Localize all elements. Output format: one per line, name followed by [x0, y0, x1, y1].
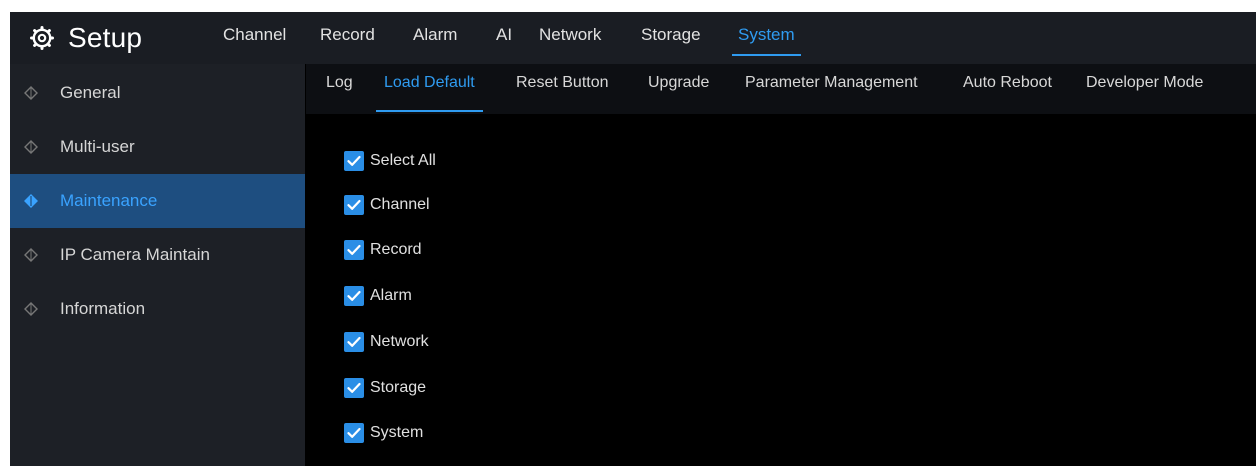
- checkbox-channel[interactable]: Channel: [344, 193, 430, 217]
- checkbox-network[interactable]: Network: [344, 330, 429, 354]
- sub-tab-bar: Log Load Default Reset Button Upgrade Pa…: [306, 64, 1256, 114]
- checkbox-system[interactable]: System: [344, 421, 423, 445]
- sidebar-item-label: Multi-user: [60, 137, 135, 156]
- sidebar-item-label: Maintenance: [60, 191, 158, 210]
- checkbox-label: Alarm: [370, 287, 412, 304]
- checkbox-alarm[interactable]: Alarm: [344, 284, 412, 308]
- sidebar-item-label: General: [60, 83, 121, 102]
- diamond-icon: [24, 302, 38, 316]
- checkbox-label: Channel: [370, 196, 430, 213]
- checkbox-label: System: [370, 424, 424, 441]
- tab-network[interactable]: Network: [539, 12, 601, 64]
- top-menu-bar: Setup Channel Record Alarm AI Network St…: [10, 12, 1256, 64]
- sidebar-item-general[interactable]: General: [10, 66, 305, 120]
- diamond-icon: [24, 248, 38, 262]
- checkbox-select-all[interactable]: Select All: [344, 149, 436, 173]
- checkbox-label: Select All: [370, 152, 436, 169]
- tab-reset-button[interactable]: Reset Button: [516, 64, 609, 114]
- checkmark-icon[interactable]: [344, 423, 364, 443]
- tab-record[interactable]: Record: [320, 12, 375, 64]
- checkbox-label: Record: [370, 241, 422, 258]
- diamond-icon: [24, 86, 38, 100]
- tab-ai[interactable]: AI: [496, 12, 512, 64]
- sidebar-item-multi-user[interactable]: Multi-user: [10, 120, 305, 174]
- sidebar-item-label: Information: [60, 299, 146, 318]
- checkmark-icon[interactable]: [344, 332, 364, 352]
- setup-logo: Setup: [30, 20, 142, 56]
- checkmark-icon[interactable]: [344, 195, 364, 215]
- tab-storage[interactable]: Storage: [641, 12, 701, 64]
- diamond-icon: [24, 194, 38, 208]
- tab-parameter-management[interactable]: Parameter Management: [745, 64, 918, 114]
- tab-log[interactable]: Log: [326, 64, 353, 114]
- checkbox-label: Storage: [370, 379, 427, 396]
- tab-system[interactable]: System: [732, 12, 801, 64]
- tab-load-default[interactable]: Load Default: [376, 64, 483, 114]
- app-window: Setup Channel Record Alarm AI Network St…: [10, 12, 1256, 466]
- checkbox-storage[interactable]: Storage: [344, 376, 426, 400]
- page-title: Setup: [68, 22, 143, 53]
- checkmark-icon[interactable]: [344, 151, 364, 171]
- tab-alarm[interactable]: Alarm: [413, 12, 457, 64]
- tab-developer-mode[interactable]: Developer Mode: [1086, 64, 1203, 114]
- sidebar-item-label: IP Camera Maintain: [60, 245, 210, 264]
- tab-auto-reboot[interactable]: Auto Reboot: [963, 64, 1052, 114]
- sidebar-item-maintenance[interactable]: Maintenance: [10, 174, 305, 228]
- diamond-icon: [24, 140, 38, 154]
- tab-channel[interactable]: Channel: [223, 12, 286, 64]
- tab-upgrade[interactable]: Upgrade: [648, 64, 709, 114]
- checkbox-record[interactable]: Record: [344, 238, 422, 262]
- checkmark-icon[interactable]: [344, 378, 364, 398]
- checkmark-icon[interactable]: [344, 286, 364, 306]
- checkmark-icon[interactable]: [344, 240, 364, 260]
- checkbox-label: Network: [370, 333, 429, 350]
- sidebar-item-information[interactable]: Information: [10, 282, 305, 336]
- gear-icon: [30, 26, 54, 50]
- sidebar: General Multi-user Maintenance IP Camera…: [10, 64, 305, 466]
- sidebar-item-ip-camera-maintain[interactable]: IP Camera Maintain: [10, 228, 305, 282]
